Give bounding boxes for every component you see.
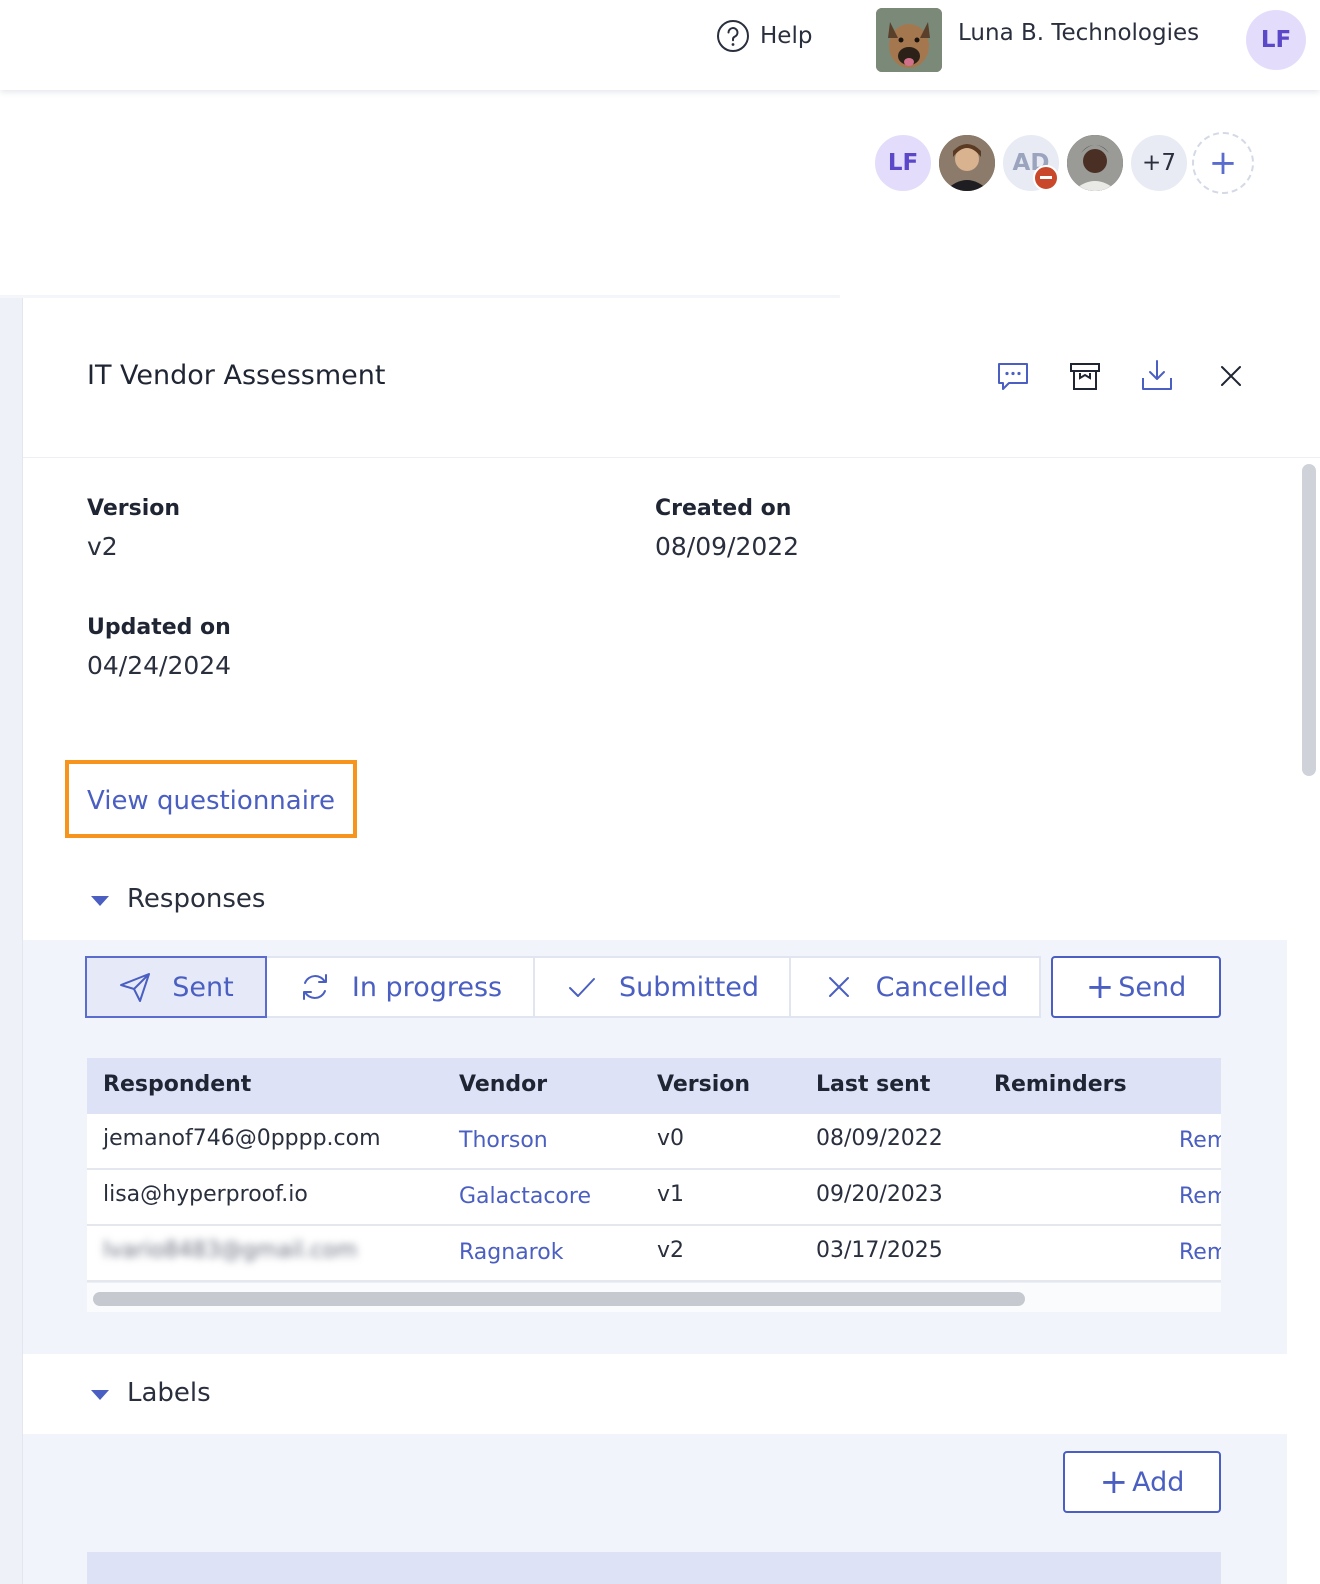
last-sent-cell: 08/09/2022 (816, 1126, 943, 1151)
vendor-link[interactable]: Galactacore (459, 1184, 591, 1209)
tab-in-progress[interactable]: In progress (265, 956, 535, 1018)
plus-icon: + (1099, 1462, 1129, 1502)
drawer-header: IT Vendor Assessment (23, 298, 1320, 458)
blocked-status-icon (1033, 165, 1059, 191)
user-avatar[interactable]: LF (1246, 10, 1306, 70)
column-header[interactable]: Last sent (816, 1072, 930, 1097)
view-questionnaire-link[interactable]: View questionnaire (87, 786, 335, 816)
vertical-scrollbar-thumb[interactable] (1302, 464, 1316, 776)
paper-plane-icon (120, 973, 151, 1002)
column-header[interactable]: Reminders (994, 1072, 1127, 1097)
person-photo-icon (939, 135, 995, 191)
tab-label: Sent (172, 971, 234, 1003)
send-button[interactable]: + Send (1051, 956, 1221, 1018)
tab-cancelled[interactable]: Cancelled (789, 956, 1041, 1018)
vendor-link[interactable]: Thorson (459, 1128, 548, 1153)
add-collaborator-button[interactable]: + (1192, 132, 1254, 194)
org-logo[interactable] (876, 8, 942, 72)
column-header[interactable]: Version (657, 1072, 750, 1097)
download-icon (1142, 360, 1172, 390)
responses-table: Respondent Vendor Version Last sent Remi… (87, 1058, 1221, 1312)
version-label: Version (87, 496, 181, 521)
plus-icon: + (1085, 967, 1115, 1007)
comment-icon (998, 363, 1028, 390)
comments-button[interactable] (993, 356, 1033, 396)
column-header[interactable]: Respondent (103, 1072, 251, 1097)
tab-label: In progress (351, 971, 503, 1003)
help-label: Help (760, 23, 813, 49)
respondent-cell-redacted: lvario8483@gmail.com (103, 1238, 358, 1263)
check-icon (568, 978, 595, 997)
more-collaborators-badge[interactable]: +7 (1128, 132, 1190, 194)
responses-section-toggle[interactable]: Responses (91, 884, 265, 914)
responses-heading: Responses (127, 884, 266, 914)
collapse-triangle-icon (91, 1390, 109, 1400)
archive-button[interactable] (1065, 356, 1105, 396)
tab-label: Cancelled (875, 971, 1009, 1003)
add-label: Add (1132, 1466, 1185, 1498)
version-cell: v1 (657, 1182, 685, 1207)
version-cell: v2 (657, 1238, 685, 1263)
help-button[interactable]: Help (716, 18, 812, 54)
column-header[interactable]: Vendor (459, 1072, 547, 1097)
remind-link[interactable]: Rem (1179, 1184, 1221, 1209)
respondent-cell: jemanof746@0pppp.com (103, 1126, 381, 1151)
table-header: Respondent Vendor Version Last sent Remi… (87, 1058, 1221, 1114)
avatar[interactable]: LF (872, 132, 934, 194)
labels-section-toggle[interactable]: Labels (91, 1378, 211, 1408)
updated-on-value: 04/24/2024 (87, 651, 232, 680)
refresh-icon (302, 974, 327, 1000)
collapse-triangle-icon (91, 896, 109, 906)
send-label: Send (1118, 971, 1187, 1003)
background-strip (0, 298, 22, 1584)
labels-heading: Labels (127, 1378, 211, 1408)
respondent-cell: lisa@hyperproof.io (103, 1182, 308, 1207)
assessment-drawer: IT Vendor Assessment Version v2 Created … (22, 298, 1320, 1584)
last-sent-cell: 03/17/2025 (816, 1238, 943, 1263)
tab-sent[interactable]: Sent (85, 956, 267, 1018)
avatar[interactable] (1064, 132, 1126, 194)
avatar[interactable] (936, 132, 998, 194)
drawer-title: IT Vendor Assessment (87, 360, 386, 391)
created-on-label: Created on (655, 496, 792, 521)
avatar[interactable]: AD (1000, 132, 1062, 194)
labels-table-header (87, 1552, 1221, 1584)
remind-link[interactable]: Rem (1179, 1128, 1221, 1153)
person-photo-icon (1067, 135, 1123, 191)
archive-icon (1070, 363, 1100, 390)
question-circle-icon (717, 20, 749, 52)
vendor-link[interactable]: Ragnarok (459, 1240, 563, 1265)
updated-on-label: Updated on (87, 615, 231, 640)
last-sent-cell: 09/20/2023 (816, 1182, 943, 1207)
created-on-value: 08/09/2022 (655, 532, 800, 561)
horizontal-scrollbar-thumb[interactable] (93, 1292, 1025, 1306)
close-icon (1221, 366, 1241, 386)
version-cell: v0 (657, 1126, 685, 1151)
table-row: jemanof746@0pppp.com Thorson v0 08/09/20… (87, 1114, 1221, 1170)
org-name[interactable]: Luna B. Technologies (958, 20, 1199, 46)
version-value: v2 (87, 532, 118, 561)
remind-link[interactable]: Rem (1179, 1240, 1221, 1265)
horizontal-scrollbar[interactable] (87, 1282, 1221, 1312)
close-button[interactable] (1211, 356, 1251, 396)
table-row: lvario8483@gmail.com Ragnarok v2 03/17/2… (87, 1226, 1221, 1282)
tab-submitted[interactable]: Submitted (533, 956, 791, 1018)
response-status-tabs: Sent In progress Submitted Cancelled (85, 956, 1041, 1018)
dog-photo-icon (876, 8, 942, 72)
add-label-button[interactable]: + Add (1063, 1451, 1221, 1513)
tab-label: Submitted (618, 971, 760, 1003)
table-row: lisa@hyperproof.io Galactacore v1 09/20/… (87, 1170, 1221, 1226)
x-icon (828, 977, 849, 997)
top-bar: Help Luna B. Technologies LF (0, 0, 1320, 90)
download-button[interactable] (1137, 356, 1177, 396)
